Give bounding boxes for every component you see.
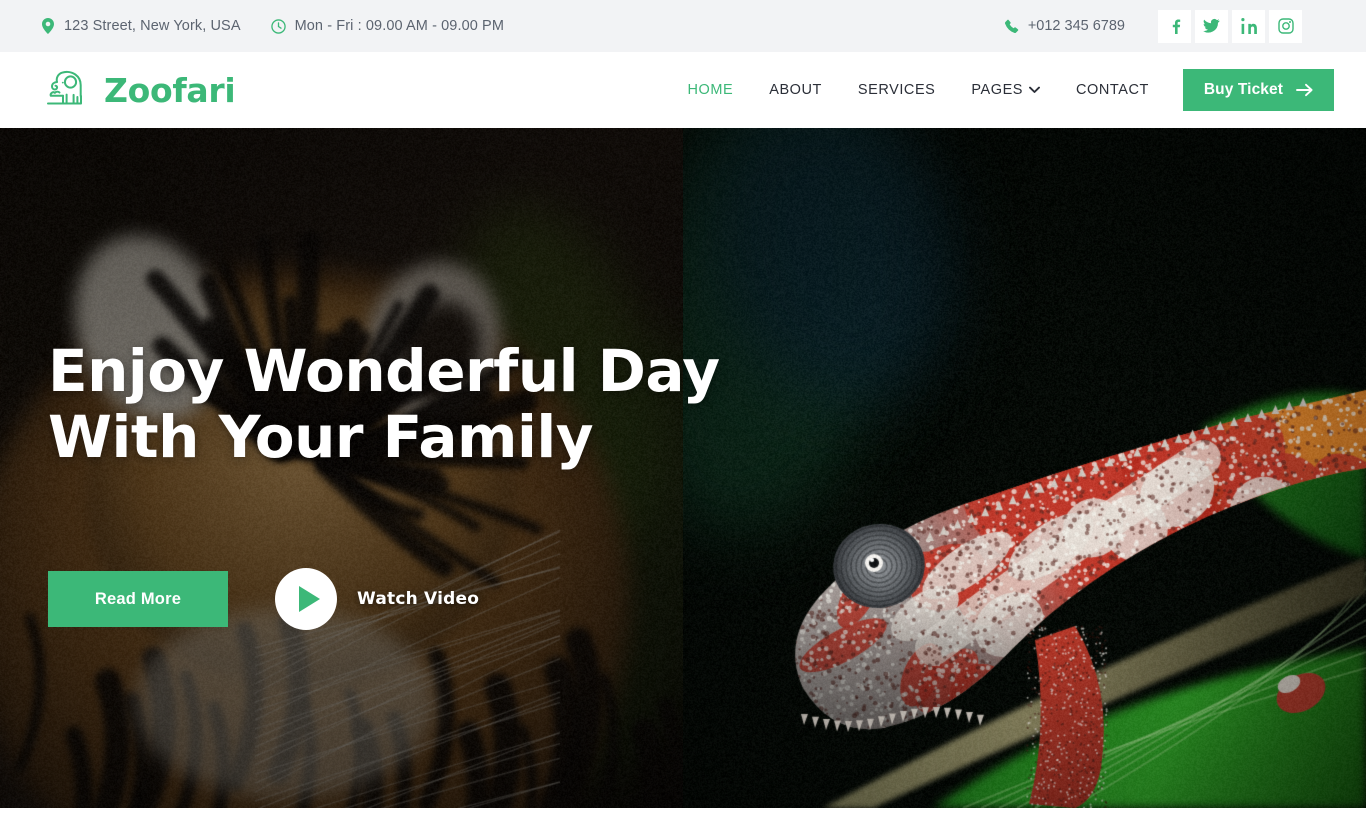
nav-item-pages[interactable]: PAGES	[953, 82, 1058, 98]
map-marker-icon	[40, 18, 55, 34]
clock-icon	[270, 18, 286, 34]
top-bar: 123 Street, New York, USA Mon - Fri : 09…	[0, 0, 1366, 52]
phone-icon	[1004, 18, 1019, 34]
nav-item-services[interactable]: SERVICES	[840, 82, 953, 98]
panther-chameleon-photo	[683, 128, 1366, 808]
chevron-down-icon	[1029, 86, 1040, 94]
nav-item-about-label: ABOUT	[769, 82, 822, 98]
nav-item-pages-label: PAGES	[971, 82, 1024, 98]
nav-item-about[interactable]: ABOUT	[751, 82, 840, 98]
main-navigation: HOME ABOUT SERVICES PAGES CONTACT Buy Ti…	[670, 69, 1334, 111]
watch-video-label: Watch Video	[357, 589, 480, 609]
watch-video-button[interactable]: Watch Video	[275, 568, 479, 630]
elephant-logo-icon	[40, 70, 92, 110]
arrow-right-icon	[1296, 83, 1313, 97]
nav-item-contact-label: CONTACT	[1076, 82, 1149, 98]
hours-item: Mon - Fri : 09.00 AM - 09.00 PM	[270, 18, 504, 34]
hero-title: Enjoy Wonderful Day With Your Family	[48, 338, 748, 470]
brand-name: Zoofari	[104, 70, 236, 110]
nav-item-services-label: SERVICES	[857, 82, 936, 98]
nav-item-home-label: HOME	[687, 82, 734, 98]
address-item: 123 Street, New York, USA	[40, 18, 241, 34]
read-more-button[interactable]: Read More	[48, 571, 228, 627]
address-text: 123 Street, New York, USA	[64, 18, 241, 34]
buy-ticket-label: Buy Ticket	[1203, 81, 1283, 98]
instagram-icon[interactable]	[1269, 9, 1302, 43]
hero-copy: Enjoy Wonderful Day With Your Family Rea…	[48, 338, 748, 630]
play-icon	[275, 568, 337, 630]
hero-carousel: Enjoy Wonderful Day With Your Family Rea…	[0, 128, 1366, 808]
hours-text: Mon - Fri : 09.00 AM - 09.00 PM	[294, 18, 504, 34]
hero-slide-chameleon[interactable]	[683, 128, 1366, 808]
social-links	[1158, 9, 1302, 43]
nav-item-contact[interactable]: CONTACT	[1058, 82, 1167, 98]
phone-text: +012 345 6789	[1027, 18, 1125, 34]
buy-ticket-button[interactable]: Buy Ticket	[1182, 69, 1334, 111]
nav-item-home[interactable]: HOME	[670, 82, 752, 98]
top-bar-right: +012 345 6789	[1004, 9, 1302, 43]
twitter-icon[interactable]	[1195, 9, 1228, 43]
site-header: Zoofari HOME ABOUT SERVICES PAGES CONTAC…	[0, 52, 1366, 128]
hero-actions: Read More Watch Video	[48, 568, 748, 630]
linkedin-icon[interactable]	[1232, 9, 1265, 43]
facebook-icon[interactable]	[1158, 9, 1191, 43]
page-bottom-spacer	[0, 808, 1366, 838]
brand-logo[interactable]: Zoofari	[40, 70, 236, 110]
top-bar-left: 123 Street, New York, USA Mon - Fri : 09…	[40, 18, 504, 34]
hero-title-line-2: With Your Family	[48, 403, 594, 471]
phone-item[interactable]: +012 345 6789	[1004, 18, 1125, 34]
hero-title-line-1: Enjoy Wonderful Day	[48, 337, 720, 405]
